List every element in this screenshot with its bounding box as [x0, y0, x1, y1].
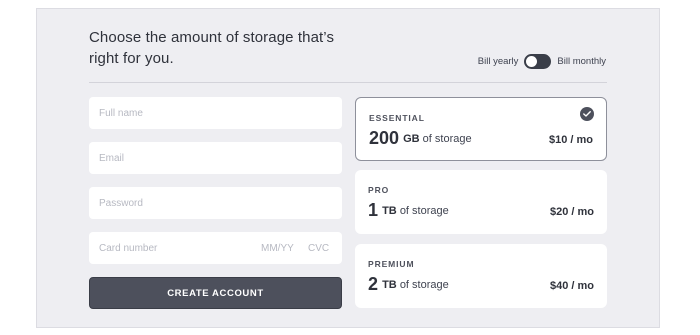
email-field[interactable]: Email — [89, 142, 342, 174]
storage-suffix: of storage — [399, 205, 449, 217]
storage-unit: TB — [382, 205, 397, 217]
plan-pro[interactable]: PRO 1 TB of storage $20 / mo — [355, 170, 607, 234]
plan-storage: 200 GB of storage — [369, 128, 472, 149]
storage-suffix: of storage — [399, 279, 449, 291]
storage-suffix: of storage — [422, 133, 472, 145]
plan-price: $10 / mo — [548, 134, 593, 146]
storage-unit: TB — [382, 279, 397, 291]
plan-name: PREMIUM — [368, 259, 415, 269]
expiry-field[interactable]: MM/YY — [261, 232, 294, 264]
card-number-field[interactable]: Card number MM/YY CVC — [89, 232, 342, 264]
plan-price: $40 / mo — [549, 280, 594, 292]
signup-card: Choose the amount of storage that’s righ… — [36, 8, 660, 328]
plan-storage: 1 TB of storage — [368, 200, 449, 221]
storage-amount: 200 — [369, 128, 400, 148]
plan-price: $20 / mo — [549, 206, 594, 218]
page-title: Choose the amount of storage that’s righ… — [89, 29, 335, 67]
plan-storage: 2 TB of storage — [368, 274, 449, 295]
bill-monthly-label[interactable]: Bill monthly — [557, 56, 606, 67]
bill-yearly-label[interactable]: Bill yearly — [478, 56, 519, 67]
toggle-knob — [526, 56, 538, 67]
plan-name: ESSENTIAL — [369, 113, 425, 123]
card-number-placeholder: Card number — [99, 242, 158, 254]
storage-unit: GB — [403, 133, 420, 145]
divider — [89, 82, 607, 83]
password-placeholder: Password — [99, 197, 143, 209]
cvc-field[interactable]: CVC — [308, 232, 329, 264]
storage-amount: 1 — [368, 200, 379, 220]
plan-premium[interactable]: PREMIUM 2 TB of storage $40 / mo — [355, 244, 607, 308]
check-circle-icon — [580, 107, 594, 121]
email-placeholder: Email — [99, 152, 125, 164]
full-name-placeholder: Full name — [99, 107, 143, 119]
create-account-button[interactable]: CREATE ACCOUNT — [89, 277, 342, 309]
billing-toggle-group: Bill yearly Bill monthly — [478, 54, 606, 69]
plan-essential[interactable]: ESSENTIAL 200 GB of storage $10 / mo — [355, 97, 607, 161]
storage-amount: 2 — [368, 274, 379, 294]
password-field[interactable]: Password — [89, 187, 342, 219]
full-name-field[interactable]: Full name — [89, 97, 342, 129]
billing-toggle[interactable] — [524, 54, 552, 69]
plan-name: PRO — [368, 185, 390, 195]
